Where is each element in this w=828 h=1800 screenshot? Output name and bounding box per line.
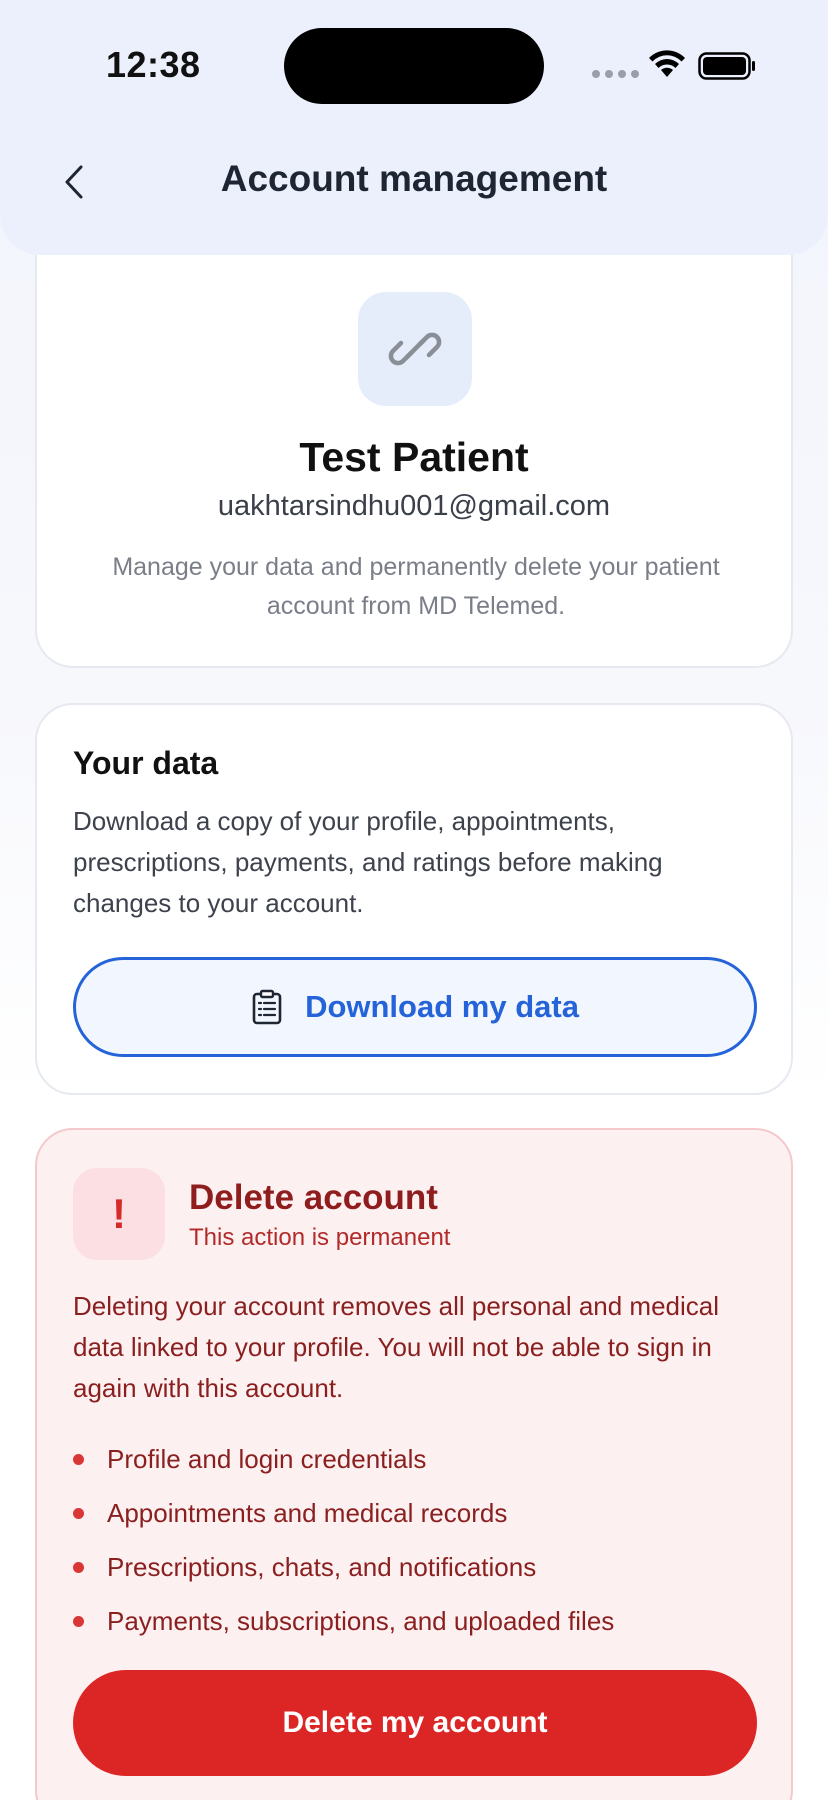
link-badge xyxy=(358,292,472,406)
list-item-label: Prescriptions, chats, and notifications xyxy=(107,1552,537,1582)
link-icon xyxy=(388,332,442,366)
list-item: Profile and login credentials xyxy=(73,1432,763,1486)
your-data-description: Download a copy of your profile, appoint… xyxy=(73,806,663,918)
profile-email: uakhtarsindhu001@gmail.com xyxy=(217,490,611,522)
dynamic-island xyxy=(284,28,544,104)
deleted-items-list: Profile and login credentials Appointmen… xyxy=(73,1432,763,1648)
bullet-icon xyxy=(73,1454,84,1465)
your-data-title: Your data xyxy=(73,745,219,781)
wifi-icon xyxy=(649,50,685,77)
exclamation-icon: ! xyxy=(73,1168,165,1260)
list-item-label: Payments, subscriptions, and uploaded fi… xyxy=(107,1606,615,1636)
delete-account-button[interactable]: Delete my account xyxy=(73,1670,757,1776)
profile-card: Test Patient uakhtarsindhu001@gmail.com … xyxy=(35,230,793,668)
list-item: Payments, subscriptions, and uploaded fi… xyxy=(73,1594,763,1648)
download-data-button[interactable]: Download my data xyxy=(73,957,757,1057)
list-item: Appointments and medical records xyxy=(73,1486,763,1540)
your-data-card: Your data Download a copy of your profil… xyxy=(35,703,793,1095)
delete-account-description: Deleting your account removes all person… xyxy=(73,1291,720,1403)
bullet-icon xyxy=(73,1616,84,1627)
bullet-icon xyxy=(73,1508,84,1519)
list-item: Prescriptions, chats, and notifications xyxy=(73,1540,763,1594)
delete-account-subtitle: This action is permanent xyxy=(189,1224,451,1251)
battery-icon xyxy=(698,52,755,80)
top-header: 12:38 Account management xyxy=(0,0,828,255)
status-time: 12:38 xyxy=(106,44,201,85)
profile-description: Manage your data and permanently delete … xyxy=(112,553,720,620)
page-title: Account management xyxy=(220,158,608,199)
delete-account-card: ! Delete account This action is permanen… xyxy=(35,1128,793,1800)
delete-account-title: Delete account xyxy=(189,1178,438,1217)
list-item-label: Profile and login credentials xyxy=(107,1444,427,1474)
profile-name: Test Patient xyxy=(299,434,529,480)
download-data-label: Download my data xyxy=(305,989,579,1024)
bullet-icon xyxy=(73,1562,84,1573)
delete-account-label: Delete my account xyxy=(282,1706,548,1739)
list-item-label: Appointments and medical records xyxy=(107,1498,508,1528)
clipboard-icon xyxy=(252,989,282,1025)
cellular-signal-icon xyxy=(592,70,639,78)
